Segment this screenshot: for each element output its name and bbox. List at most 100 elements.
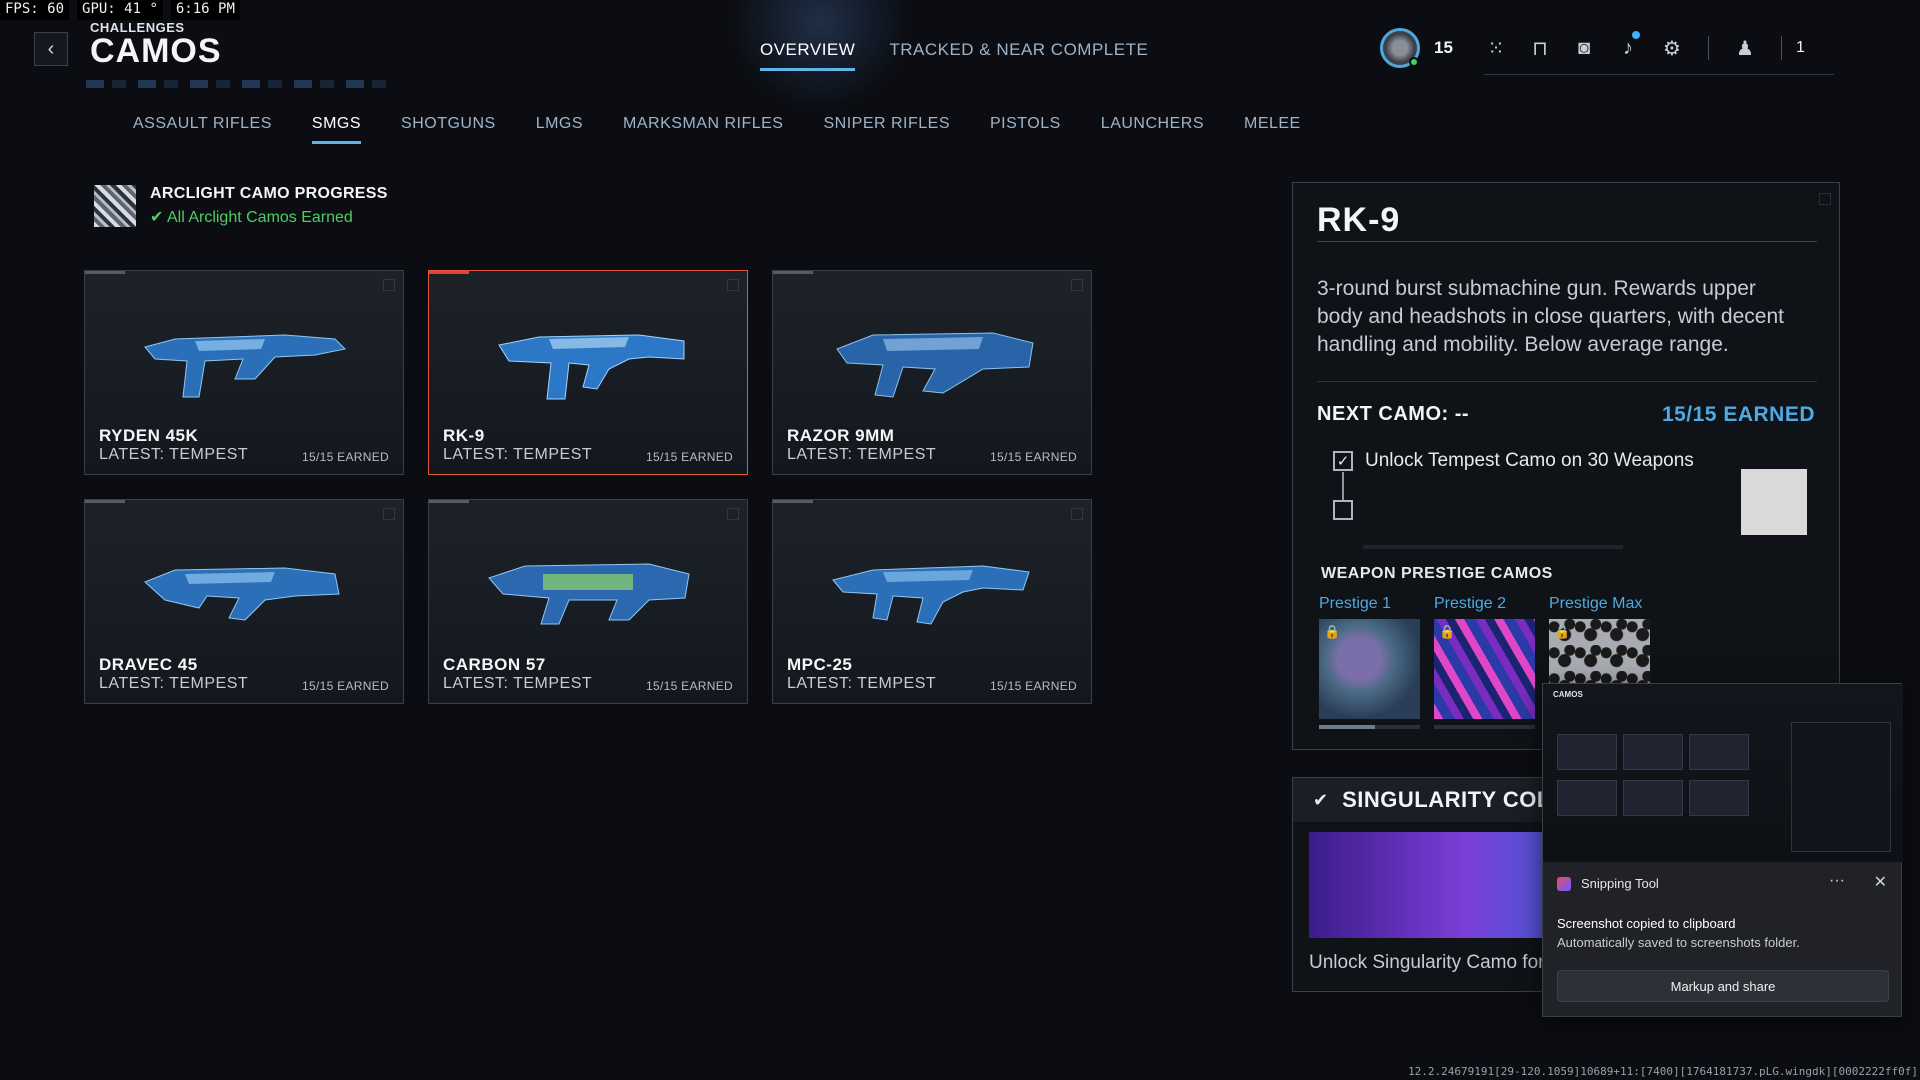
prestige-progress-fill: [1319, 725, 1375, 729]
weapon-latest-camo: LATEST: TEMPEST: [787, 446, 937, 463]
card-corner-icon: [1071, 508, 1083, 520]
lock-icon: 🔒: [1324, 624, 1341, 639]
weapon-card-mpc-25[interactable]: MPC-25 LATEST: TEMPEST 15/15 EARNED: [772, 499, 1092, 704]
weapon-card-rk-9[interactable]: RK-9 LATEST: TEMPEST 15/15 EARNED: [428, 270, 748, 475]
notification-dot: [1632, 30, 1640, 39]
markup-and-share-button[interactable]: Markup and share: [1557, 970, 1889, 1002]
weapon-latest-camo: LATEST: TEMPEST: [787, 675, 937, 692]
weapon-earned-count: 15/15 EARNED: [646, 450, 733, 464]
weapon-card-ryden-45k[interactable]: RYDEN 45K LATEST: TEMPEST 15/15 EARNED: [84, 270, 404, 475]
weapon-name: DRAVEC 45: [99, 655, 198, 674]
weapon-card-carbon-57[interactable]: CARBON 57 LATEST: TEMPEST 15/15 EARNED: [428, 499, 748, 704]
arclight-title: ARCLIGHT CAMO PROGRESS: [150, 185, 388, 202]
hud-divider: [1781, 36, 1782, 60]
thumbnail-card: [1623, 780, 1683, 816]
snipping-tool-icon: [1557, 876, 1571, 891]
check-icon: ✔: [1313, 789, 1329, 810]
tab-marksman-rifles[interactable]: MARKSMAN RIFLES: [623, 115, 783, 144]
weapon-card-dravec-45[interactable]: DRAVEC 45 LATEST: TEMPEST 15/15 EARNED: [84, 499, 404, 704]
weapon-name: MPC-25: [787, 655, 853, 674]
tab-tracked-near-complete[interactable]: TRACKED & NEAR COMPLETE: [889, 40, 1148, 71]
prestige-camo-image: 🔒: [1319, 619, 1420, 719]
arclight-status-text: All Arclight Camos Earned: [166, 209, 353, 226]
next-camo-preview[interactable]: [1741, 469, 1807, 535]
weapon-image: [836, 332, 1034, 398]
tab-smgs[interactable]: SMGS: [311, 115, 362, 144]
weapon-name: CARBON 57: [443, 655, 546, 674]
weapon-card-razor-9mm[interactable]: RAZOR 9MM LATEST: TEMPEST 15/15 EARNED: [772, 270, 1092, 475]
prestige-progress-bar: [1434, 725, 1535, 729]
weapon-name: RYDEN 45K: [99, 426, 199, 445]
tab-launchers[interactable]: LAUNCHERS: [1101, 115, 1204, 144]
toast-submessage: Automatically saved to screenshots folde…: [1557, 935, 1800, 950]
weapon-name: RK-9: [443, 426, 485, 445]
prestige-camo-2[interactable]: Prestige 2 🔒: [1434, 595, 1535, 729]
card-progress-tab: [85, 500, 125, 503]
player-level: 15: [1434, 38, 1453, 57]
gpu-readout: GPU: 41 °: [77, 0, 163, 20]
weapon-image: [144, 334, 347, 398]
challenge-checkbox-empty[interactable]: [1333, 500, 1353, 520]
bell-icon[interactable]: ♪: [1606, 30, 1650, 60]
arclight-status: ✔ All Arclight Camos Earned: [150, 209, 353, 226]
tab-assault-rifles[interactable]: ASSAULT RIFLES: [133, 115, 272, 144]
prestige-label: Prestige Max: [1549, 595, 1643, 612]
party-count: 1: [1796, 39, 1805, 56]
weapon-name: RAZOR 9MM: [787, 426, 895, 445]
arclight-progress: ARCLIGHT CAMO PROGRESS ✔ All Arclight Ca…: [94, 185, 388, 227]
thumbnail-card: [1557, 780, 1617, 816]
divider: [1317, 381, 1817, 382]
close-icon[interactable]: ✕: [1874, 872, 1887, 892]
divider: [1317, 241, 1817, 242]
apps-grid-icon[interactable]: ⁙: [1474, 36, 1518, 61]
tab-lmgs[interactable]: LMGS: [536, 115, 583, 144]
tab-sniper-rifles[interactable]: SNIPER RIFLES: [823, 115, 950, 144]
toast-app: Snipping Tool: [1557, 876, 1659, 891]
prestige-label: Prestige 1: [1319, 595, 1392, 612]
challenge-checkbox-checked[interactable]: ✓: [1333, 451, 1353, 471]
weapon-latest-camo: LATEST: TEMPEST: [443, 675, 593, 692]
hud-underline: [1484, 74, 1834, 75]
hud-bar: 15 ⁙ ⊓ ◙ ♪ ⚙ ♟ 1: [1380, 26, 1805, 70]
lock-icon: 🔒: [1554, 624, 1571, 639]
weapon-image: [498, 334, 685, 400]
back-button[interactable]: ‹: [34, 32, 68, 66]
lock-unlock-icon[interactable]: ⊓: [1518, 36, 1562, 61]
weapon-earned-count: 15/15 EARNED: [302, 450, 389, 464]
party-icon[interactable]: ♟: [1723, 36, 1767, 61]
online-status-dot: [1409, 57, 1419, 67]
prestige-camo-image: 🔒: [1434, 619, 1535, 719]
weapon-earned-count: 15/15 EARNED: [646, 679, 733, 693]
weapon-earned-count: 15/15 EARNED: [990, 450, 1077, 464]
weapon-image: [832, 565, 1030, 625]
more-options-icon[interactable]: ···: [1829, 872, 1845, 890]
tab-melee[interactable]: MELEE: [1244, 115, 1301, 144]
player-avatar[interactable]: [1380, 28, 1420, 68]
tab-overview[interactable]: OVERVIEW: [760, 40, 856, 71]
gear-icon[interactable]: ⚙: [1650, 36, 1694, 61]
tab-shotguns[interactable]: SHOTGUNS: [401, 115, 496, 144]
card-corner-icon: [383, 279, 395, 291]
prestige-label: Prestige 2: [1434, 595, 1507, 612]
weapon-latest-camo: LATEST: TEMPEST: [99, 446, 249, 463]
detail-weapon-title: RK-9: [1317, 201, 1401, 239]
tab-pistols[interactable]: PISTOLS: [990, 115, 1061, 144]
challenge-row: ✓ Unlock Tempest Camo on 30 Weapons: [1333, 450, 1694, 472]
prestige-camo-1[interactable]: Prestige 1 🔒: [1319, 595, 1420, 729]
card-corner-icon: [727, 279, 739, 291]
top-tabs: OVERVIEW TRACKED & NEAR COMPLETE: [760, 40, 1148, 71]
camera-icon[interactable]: ◙: [1562, 37, 1606, 60]
title-decoration: [86, 80, 386, 88]
challenge-progress-track: [1363, 545, 1623, 549]
weapon-latest-camo: LATEST: TEMPEST: [99, 675, 249, 692]
thumbnail-card: [1689, 734, 1749, 770]
weapon-image: [144, 567, 340, 621]
challenge-label: Unlock Tempest Camo on 30 Weapons: [1365, 450, 1694, 471]
snipping-tool-toast[interactable]: CAMOS Snipping Tool ··· ✕ Screenshot cop…: [1542, 683, 1903, 1017]
card-progress-tab: [773, 271, 813, 274]
prestige-progress-bar: [1319, 725, 1420, 729]
card-corner-icon: [1071, 279, 1083, 291]
arclight-camo-icon: [94, 185, 136, 227]
thumbnail-card: [1623, 734, 1683, 770]
screenshot-thumbnail[interactable]: CAMOS: [1543, 684, 1903, 862]
